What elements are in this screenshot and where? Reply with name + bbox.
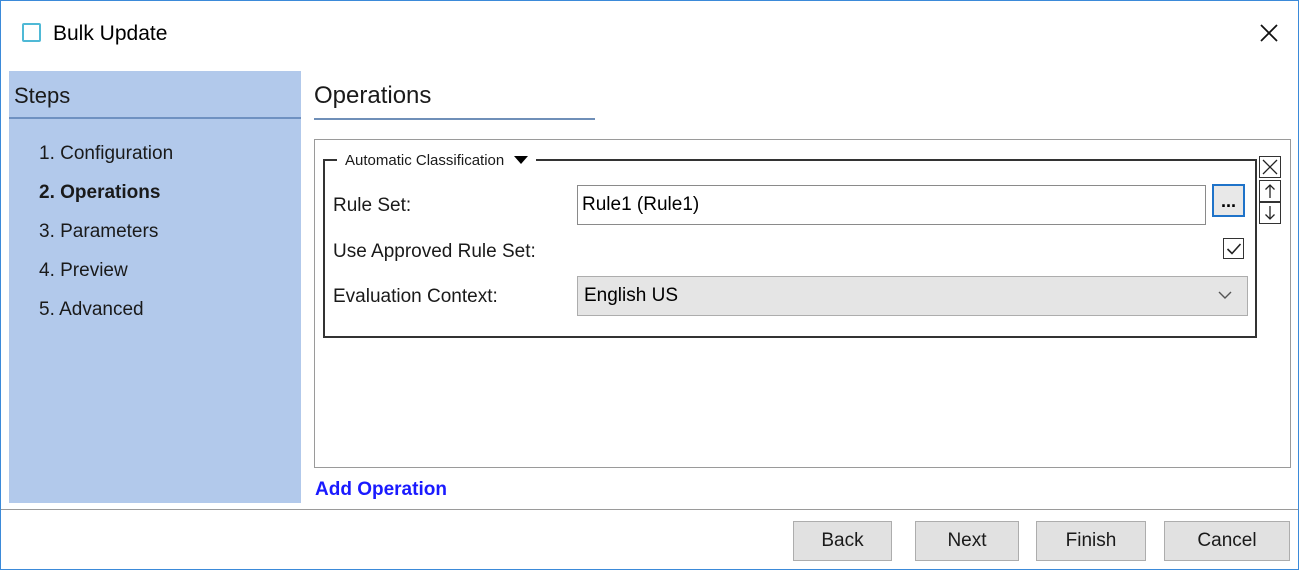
rule-set-label: Rule Set:: [333, 195, 412, 216]
step-configuration[interactable]: 1. Configuration: [39, 143, 173, 182]
next-button[interactable]: Next: [915, 521, 1019, 561]
evaluation-context-value: English US: [584, 285, 678, 306]
sidebar-header: Steps: [9, 71, 301, 119]
bulk-update-dialog: Bulk Update Steps 1. Configuration 2. Op…: [0, 0, 1299, 570]
move-down-button[interactable]: [1259, 202, 1281, 224]
rule-set-field[interactable]: Rule1 (Rule1): [577, 185, 1206, 225]
remove-operation-button[interactable]: [1259, 156, 1281, 178]
section-title: Operations: [314, 82, 432, 109]
steps-list: 1. Configuration 2. Operations 3. Parame…: [39, 143, 173, 338]
approved-rule-set-label: Use Approved Rule Set:: [333, 241, 536, 262]
add-operation-link[interactable]: Add Operation: [315, 479, 447, 501]
step-advanced[interactable]: 5. Advanced: [39, 299, 173, 338]
back-button[interactable]: Back: [793, 521, 892, 561]
approved-rule-set-checkbox[interactable]: [1223, 238, 1244, 259]
close-button[interactable]: [1251, 15, 1287, 51]
close-icon: [1262, 159, 1278, 175]
title-bar: Bulk Update: [1, 1, 1298, 68]
cancel-button[interactable]: Cancel: [1164, 521, 1290, 561]
step-preview[interactable]: 4. Preview: [39, 260, 173, 299]
window-icon: [22, 23, 41, 42]
steps-sidebar: Steps 1. Configuration 2. Operations 3. …: [9, 71, 301, 503]
dropdown-arrow-icon[interactable]: [514, 156, 529, 164]
browse-rule-set-button[interactable]: ...: [1212, 184, 1245, 217]
sidebar-title: Steps: [14, 83, 71, 108]
footer-divider: [1, 509, 1298, 510]
section-underline: [314, 118, 595, 120]
arrow-down-icon: [1265, 206, 1275, 220]
move-up-button[interactable]: [1259, 180, 1281, 202]
chevron-down-icon: [1218, 291, 1232, 299]
close-icon: [1260, 24, 1278, 42]
step-operations[interactable]: 2. Operations: [39, 182, 173, 221]
window-title: Bulk Update: [53, 22, 168, 45]
evaluation-context-select[interactable]: English US: [577, 276, 1248, 316]
finish-button[interactable]: Finish: [1036, 521, 1146, 561]
arrow-up-icon: [1265, 184, 1275, 198]
step-parameters[interactable]: 3. Parameters: [39, 221, 173, 260]
evaluation-context-label: Evaluation Context:: [333, 286, 498, 307]
operation-legend-label: Automatic Classification: [345, 151, 505, 169]
operation-legend[interactable]: Automatic Classification: [337, 150, 537, 170]
checkmark-icon: [1226, 242, 1241, 255]
